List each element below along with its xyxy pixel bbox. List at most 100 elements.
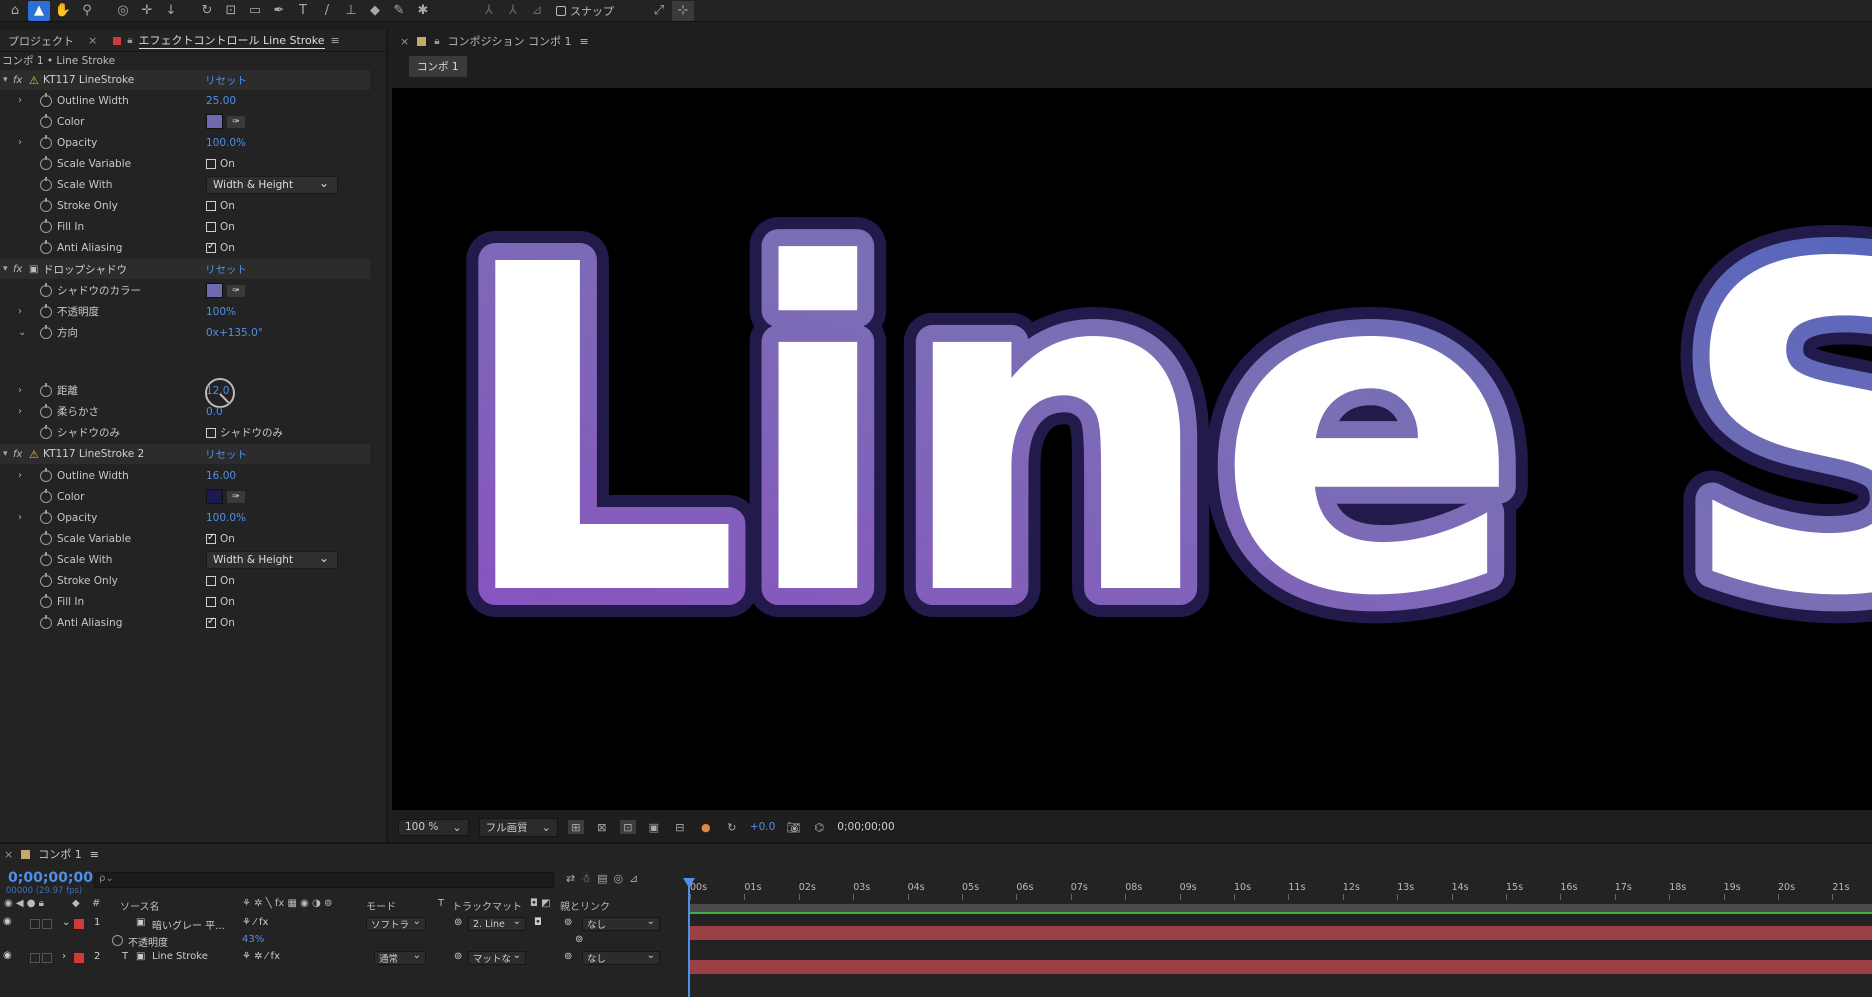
matte-mode-icon[interactable]: ◘ <box>534 917 542 928</box>
zoom-tool-icon[interactable]: ⚲ <box>76 1 98 21</box>
scale-with-dropdown[interactable]: Width & Height <box>206 175 338 194</box>
anti-aliasing-checkbox[interactable] <box>206 241 216 253</box>
expression-pickwhip-icon[interactable]: ⊚ <box>575 934 583 945</box>
eyedropper-icon[interactable]: ✑ <box>227 284 245 297</box>
axis-world-icon[interactable]: ⅄ <box>502 1 524 21</box>
parent-pickwhip-icon[interactable]: ⊚ <box>564 951 572 962</box>
close-icon[interactable]: × <box>4 848 13 861</box>
blend-mode-dropdown[interactable]: ソフトラ <box>366 916 426 931</box>
frame-blending-icon[interactable]: ▤ <box>597 872 607 885</box>
stopwatch-icon[interactable] <box>40 530 52 545</box>
graph-editor-icon[interactable]: ⊿ <box>629 872 638 885</box>
clone-stamp-tool-icon[interactable]: ⊥ <box>340 1 362 21</box>
close-icon[interactable]: × <box>400 35 409 48</box>
chevron-right-icon[interactable]: › <box>18 512 22 523</box>
time-ruler[interactable]: 00s 01s 02s 03s 04s 05s 06s 07s 08s 09s 10s 11s 12s 1… <box>685 880 1872 900</box>
property-value[interactable]: 43% <box>242 934 264 945</box>
brush-tool-icon[interactable]: / <box>316 1 338 21</box>
roto-brush-tool-icon[interactable]: ✎ <box>388 1 410 21</box>
color-swatch[interactable] <box>206 114 223 129</box>
chevron-right-icon[interactable]: › <box>18 306 22 317</box>
outline-width-value[interactable]: 16.00 <box>206 470 236 482</box>
rectangle-tool-icon[interactable]: ▭ <box>244 1 266 21</box>
layer-switches[interactable]: ⚘ ⁄ fx <box>242 917 268 928</box>
layer-label-color[interactable] <box>74 919 84 929</box>
reset-exposure-icon[interactable]: ↻ <box>724 820 740 834</box>
type-tool-icon[interactable]: T <box>292 1 314 21</box>
stopwatch-icon[interactable] <box>40 218 52 233</box>
composition-chip[interactable]: コンポ 1 <box>409 55 467 77</box>
lock-icon[interactable]: 🔒︎ <box>434 36 439 47</box>
parent-pickwhip-icon[interactable]: ⊚ <box>564 917 572 928</box>
eyedropper-icon[interactable]: ✑ <box>227 490 245 503</box>
tab-project[interactable]: プロジェクト × <box>0 30 105 52</box>
snap-toggle[interactable]: スナップ <box>556 3 614 19</box>
direction-value[interactable]: 0x+135.0° <box>206 327 263 339</box>
stopwatch-icon[interactable] <box>112 935 123 946</box>
stopwatch-icon[interactable] <box>40 92 52 107</box>
timeline-timecode[interactable]: 0;00;00;00 <box>8 870 93 886</box>
eye-icon[interactable]: ◉ <box>3 950 12 961</box>
puppet-tool-icon[interactable]: ✱ <box>412 1 434 21</box>
pan-tool-icon[interactable]: ✛ <box>136 1 158 21</box>
snapshot-icon[interactable]: 📷︎ <box>785 820 801 834</box>
exposure-value[interactable]: +0.0 <box>750 821 776 833</box>
chevron-down-icon[interactable]: ▾ <box>3 449 13 459</box>
stopwatch-icon[interactable] <box>40 509 52 524</box>
fx-icon[interactable]: fx <box>13 449 29 460</box>
stopwatch-icon[interactable] <box>40 197 52 212</box>
fx-icon[interactable]: fx <box>13 264 29 275</box>
reset-link[interactable]: リセット <box>205 447 247 462</box>
playhead[interactable] <box>683 878 695 997</box>
layer-name[interactable]: 暗いグレー 平... <box>152 917 225 932</box>
stopwatch-icon[interactable] <box>40 113 52 128</box>
track-matte-link-icon[interactable]: ⊚ <box>454 917 462 928</box>
reset-link[interactable]: リセット <box>205 73 247 88</box>
hand-tool-icon[interactable]: ✋ <box>52 1 74 21</box>
stopwatch-icon[interactable] <box>40 424 52 439</box>
axis-local-icon[interactable]: ⅄ <box>478 1 500 21</box>
comp-flowchart-icon[interactable]: ⇄ <box>566 872 575 885</box>
transparency-grid-icon[interactable]: ⊠ <box>594 820 610 834</box>
reset-link[interactable]: リセット <box>205 262 247 277</box>
mask-visibility-icon[interactable]: ⊡ <box>619 820 636 834</box>
stopwatch-icon[interactable] <box>40 551 52 566</box>
fast-previews-icon[interactable]: ⊞ <box>567 820 584 834</box>
scale-variable-checkbox[interactable] <box>206 532 216 544</box>
color-channels-icon[interactable]: ● <box>698 820 714 834</box>
composition-viewer[interactable]: Line S Line S Line S <box>392 88 1872 810</box>
blend-mode-dropdown[interactable]: 通常 <box>374 950 426 965</box>
layer-1-track-bar[interactable] <box>690 926 1872 940</box>
fill-in-checkbox[interactable] <box>206 596 216 607</box>
lock-toggle[interactable] <box>42 953 52 963</box>
chevron-down-icon[interactable]: ⌄ <box>18 327 26 338</box>
stopwatch-icon[interactable] <box>40 593 52 608</box>
selection-tool-icon[interactable]: ▲ <box>28 0 50 21</box>
opacity-value[interactable]: 100.0% <box>206 137 246 149</box>
stopwatch-icon[interactable] <box>40 176 52 191</box>
shadow-only-checkbox[interactable] <box>206 427 216 438</box>
chevron-right-icon[interactable]: › <box>18 385 22 396</box>
chevron-down-icon[interactable]: ⌄ <box>62 917 70 928</box>
softness-value[interactable]: 0.0 <box>206 406 223 418</box>
fill-in-checkbox[interactable] <box>206 221 216 232</box>
motion-blur-icon[interactable]: ◎ <box>614 872 624 885</box>
shadow-opacity-value[interactable]: 100% <box>206 306 236 318</box>
stopwatch-icon[interactable] <box>40 239 52 254</box>
chevron-right-icon[interactable]: › <box>18 137 22 148</box>
snap-options-icon[interactable]: ⤢ <box>648 1 670 21</box>
scale-variable-checkbox[interactable] <box>206 158 216 169</box>
eyedropper-icon[interactable]: ✑ <box>227 115 245 128</box>
color-swatch[interactable] <box>206 283 223 298</box>
track-matte-dropdown[interactable]: 2. Line <box>468 916 526 931</box>
orbit-tool-icon[interactable]: ◎ <box>112 1 134 21</box>
pen-tool-icon[interactable]: ✒ <box>268 1 290 21</box>
pan-behind-tool-icon[interactable]: ⊡ <box>220 1 242 21</box>
stopwatch-icon[interactable] <box>40 488 52 503</box>
current-time[interactable]: 0;00;00;00 <box>837 821 894 833</box>
lock-icon[interactable]: 🔒︎ <box>127 35 132 46</box>
fx-icon[interactable]: fx <box>13 75 29 86</box>
layer-label-color[interactable] <box>74 953 84 963</box>
panel-menu-icon[interactable]: ≡ <box>580 35 589 48</box>
stopwatch-icon[interactable] <box>40 403 52 418</box>
